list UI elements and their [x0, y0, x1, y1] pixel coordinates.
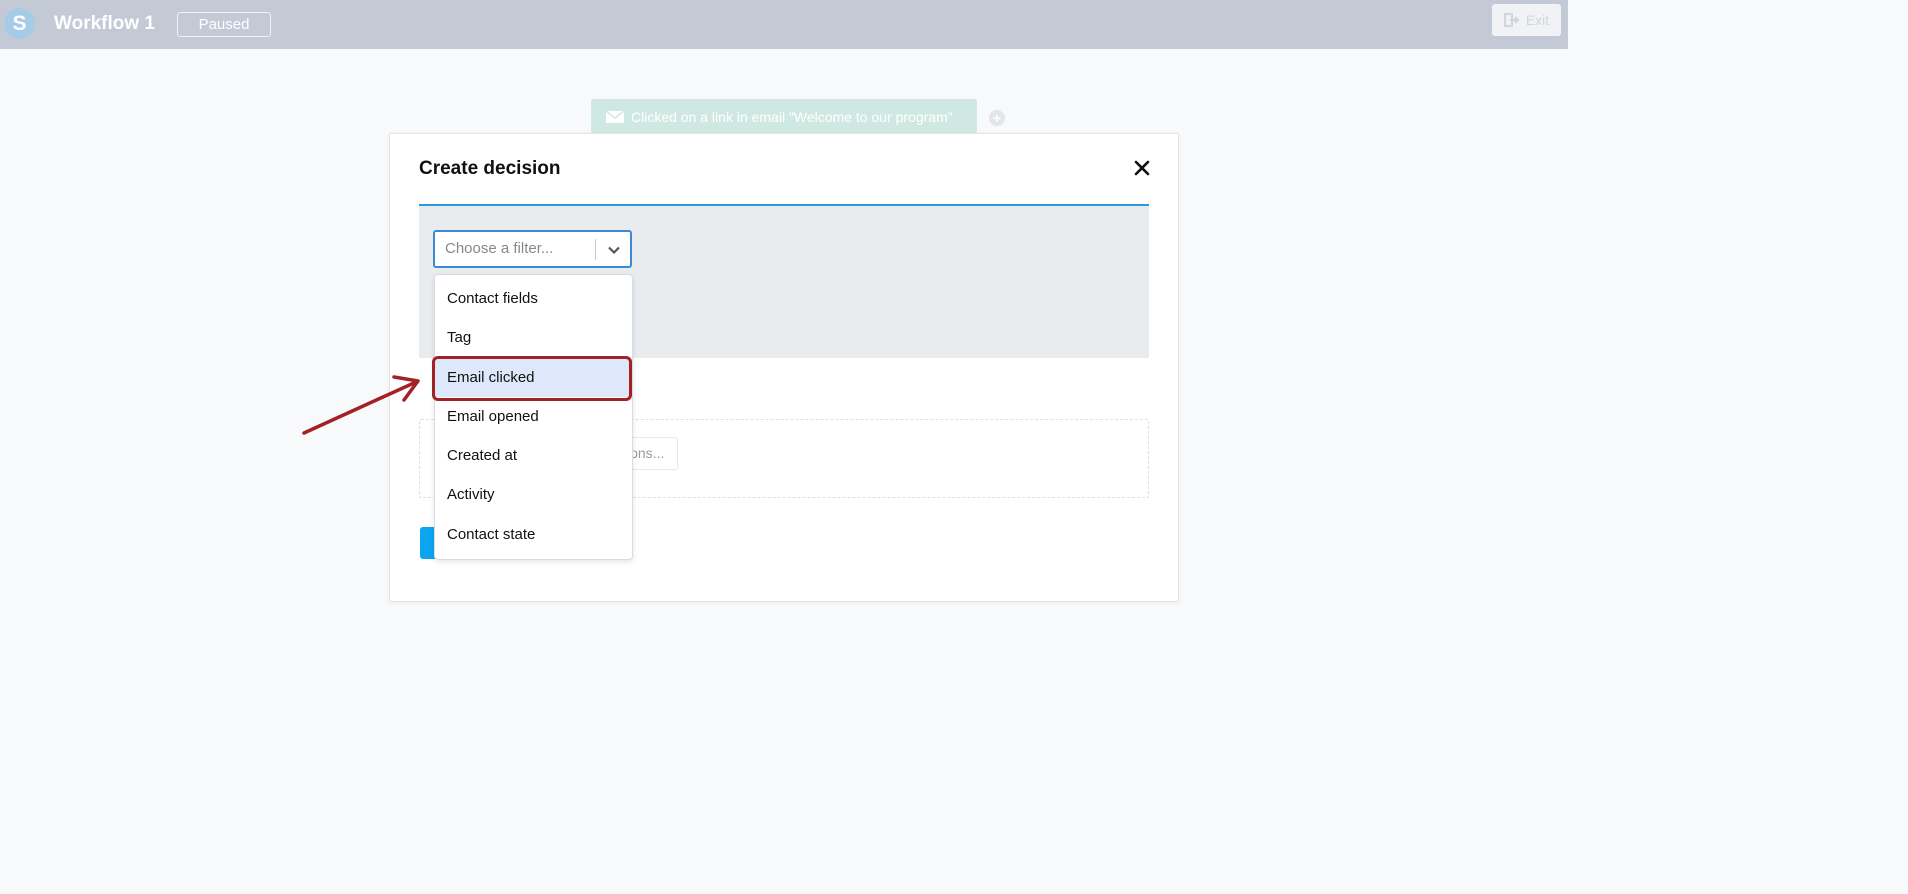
arrow-annotation-icon [302, 375, 420, 435]
top-bar: S Workflow 1 Paused Exit [0, 0, 1568, 49]
modal-title: Create decision [419, 158, 561, 179]
close-icon[interactable] [1132, 158, 1152, 178]
dropdown-item-created-at[interactable]: Created at [435, 437, 632, 475]
exit-icon [1503, 13, 1520, 27]
chevron-down-icon[interactable] [607, 243, 621, 257]
dropdown-item-activity[interactable]: Activity [435, 476, 632, 514]
trigger-node[interactable]: Clicked on a link in email "Welcome to o… [591, 99, 977, 134]
dropdown-item-tag[interactable]: Tag [435, 319, 632, 357]
app-logo[interactable]: S [4, 8, 35, 39]
filter-select-placeholder: Choose a filter... [445, 240, 554, 257]
highlight-box [432, 356, 632, 401]
filter-select[interactable]: Choose a filter... [433, 230, 632, 268]
exit-button[interactable]: Exit [1492, 4, 1561, 36]
trigger-label: Clicked on a link in email "Welcome to o… [631, 108, 953, 125]
filter-dropdown: Contact fields Tag Email clicked Email o… [434, 274, 633, 560]
add-node-icon[interactable]: + [989, 110, 1005, 126]
select-divider [595, 239, 596, 260]
email-icon [605, 109, 625, 123]
dropdown-item-contact-fields[interactable]: Contact fields [435, 280, 632, 318]
exit-label: Exit [1525, 12, 1550, 28]
workflow-title: Workflow 1 [54, 13, 155, 34]
status-badge[interactable]: Paused [177, 12, 271, 37]
dropdown-item-email-opened[interactable]: Email opened [435, 398, 632, 436]
dropdown-item-contact-state[interactable]: Contact state [435, 516, 632, 554]
